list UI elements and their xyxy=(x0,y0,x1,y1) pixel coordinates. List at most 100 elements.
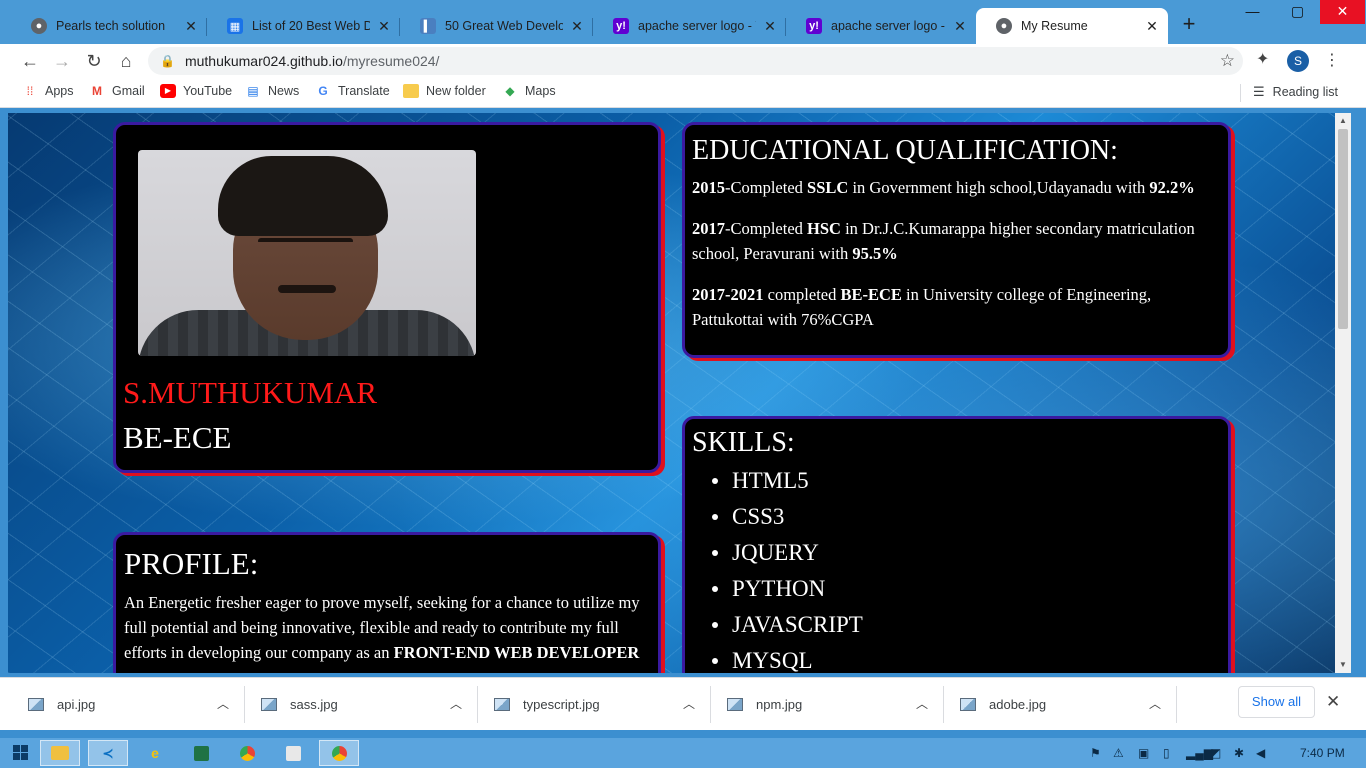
education-item: 2015-Completed SSLC in Government high s… xyxy=(692,175,1221,200)
app-icon[interactable] xyxy=(273,740,313,766)
tab-best-web-dev[interactable]: ▦ List of 20 Best Web Deve ✕ xyxy=(207,8,400,44)
yahoo-icon: y! xyxy=(806,18,822,34)
scroll-down-icon[interactable]: ▼ xyxy=(1335,657,1351,673)
download-filename: npm.jpg xyxy=(756,697,803,712)
tab-my-resume[interactable]: ● My Resume ✕ xyxy=(976,8,1168,44)
minimize-icon[interactable]: — xyxy=(1230,0,1275,24)
tray-volume-icon[interactable]: ◀ xyxy=(1256,746,1265,760)
internet-explorer-icon[interactable]: e xyxy=(135,740,175,766)
bookmark-maps[interactable]: ◆ Maps xyxy=(502,84,555,98)
globe-icon: ● xyxy=(996,18,1012,34)
profile-text: An Energetic fresher eager to prove myse… xyxy=(124,590,650,665)
reading-list-button[interactable]: ☰ Reading list xyxy=(1253,84,1338,100)
tab-title: apache server logo - Yah xyxy=(638,19,756,33)
apps-grid-icon: ⁞⁞ xyxy=(26,84,34,98)
gmail-icon: M xyxy=(92,84,102,98)
chevron-up-icon[interactable]: ︿ xyxy=(683,695,695,712)
download-separator xyxy=(1176,686,1177,723)
maximize-icon[interactable]: ▢ xyxy=(1275,0,1320,24)
profile-heading: PROFILE: xyxy=(124,546,259,581)
skills-list: HTML5 CSS3 JQUERY PYTHON JAVASCRIPT MYSQ… xyxy=(692,463,1221,673)
vertical-scrollbar[interactable]: ▲ ▼ xyxy=(1335,113,1351,673)
browser-toolbar: ← → ↻ ⌂ 🔒 muthukumar024.github.io/myresu… xyxy=(0,44,1366,78)
windows-start-icon[interactable] xyxy=(13,745,29,761)
chevron-up-icon[interactable]: ︿ xyxy=(450,695,462,712)
bookmark-translate[interactable]: G Translate xyxy=(315,84,389,98)
close-icon[interactable]: ✕ xyxy=(762,18,778,35)
chevron-up-icon[interactable]: ︿ xyxy=(217,695,229,712)
tab-apache-logo-2[interactable]: y! apache server logo - Yah ✕ xyxy=(786,8,976,44)
tray-app-icon[interactable]: ◩ xyxy=(1210,746,1221,760)
bookmark-new-folder[interactable]: New folder xyxy=(403,84,486,98)
bookmark-apps[interactable]: ⁞⁞ Apps xyxy=(22,84,74,98)
bookmark-star-icon[interactable]: ☆ xyxy=(1220,51,1235,71)
chevron-up-icon[interactable]: ︿ xyxy=(916,695,928,712)
resume-name: S.MUTHUKUMAR xyxy=(123,375,378,410)
extensions-puzzle-icon[interactable]: ✦ xyxy=(1256,49,1269,69)
back-arrow-icon[interactable]: ← xyxy=(18,49,42,73)
scroll-thumb[interactable] xyxy=(1338,129,1348,329)
chrome-icon[interactable] xyxy=(227,740,267,766)
tray-bluetooth-icon[interactable]: ✱ xyxy=(1234,746,1244,760)
close-icon[interactable]: ✕ xyxy=(1326,692,1340,712)
download-item[interactable]: adobe.jpg ︿ xyxy=(932,678,1177,731)
download-item[interactable]: typescript.jpg ︿ xyxy=(466,678,711,731)
vscode-icon[interactable]: ≺ xyxy=(88,740,128,766)
image-file-icon xyxy=(261,698,277,711)
edu-year: 2015 xyxy=(692,178,725,197)
download-filename: sass.jpg xyxy=(290,697,338,712)
download-item[interactable]: sass.jpg ︿ xyxy=(233,678,478,731)
tab-great-web-dev[interactable]: ▍ 50 Great Web Developm ✕ xyxy=(400,8,593,44)
taskbar-clock[interactable]: 7:40 PM xyxy=(1300,746,1345,760)
download-item[interactable]: npm.jpg ︿ xyxy=(699,678,944,731)
scroll-up-icon[interactable]: ▲ xyxy=(1335,113,1351,129)
tab-title: My Resume xyxy=(1021,19,1088,33)
home-icon[interactable]: ⌂ xyxy=(114,49,138,73)
profile-avatar[interactable]: S xyxy=(1287,50,1309,72)
bookmark-youtube[interactable]: ▶ YouTube xyxy=(160,84,232,98)
edu-course: BE-ECE xyxy=(840,285,902,304)
close-icon[interactable]: ✕ xyxy=(376,18,392,35)
download-item[interactable]: api.jpg ︿ xyxy=(0,678,245,731)
reload-icon[interactable]: ↻ xyxy=(82,49,106,73)
download-shelf: api.jpg ︿ sass.jpg ︿ typescript.jpg ︿ np… xyxy=(0,677,1366,730)
close-icon[interactable]: ✕ xyxy=(952,18,968,35)
excel-icon[interactable] xyxy=(181,740,221,766)
tab-title: Pearls tech solution xyxy=(56,19,166,33)
window-close-icon[interactable]: ✕ xyxy=(1320,0,1365,24)
edu-text: -Completed xyxy=(725,219,808,238)
close-icon[interactable]: ✕ xyxy=(183,18,199,35)
address-bar[interactable]: 🔒 muthukumar024.github.io/myresume024/ ☆ xyxy=(148,47,1243,75)
skills-card: SKILLS: HTML5 CSS3 JQUERY PYTHON JAVASCR… xyxy=(682,416,1231,673)
education-card: EDUCATIONAL QUALIFICATION: 2015-Complete… xyxy=(682,122,1231,358)
skill-label: HTML5 xyxy=(732,468,809,493)
image-file-icon xyxy=(28,698,44,711)
show-all-button[interactable]: Show all xyxy=(1238,686,1315,718)
close-icon[interactable]: ✕ xyxy=(1144,18,1160,35)
tray-warning-icon[interactable]: ⚠ xyxy=(1113,746,1124,760)
download-filename: api.jpg xyxy=(57,697,96,712)
bookmarks-divider xyxy=(1240,84,1241,102)
tab-apache-logo-1[interactable]: y! apache server logo - Yah ✕ xyxy=(593,8,786,44)
tray-flag-icon[interactable]: ⚑ xyxy=(1090,746,1101,760)
close-icon[interactable]: ✕ xyxy=(569,18,585,35)
bookmark-gmail[interactable]: M Gmail xyxy=(89,84,145,98)
forward-arrow-icon[interactable]: → xyxy=(50,49,74,73)
tab-title: apache server logo - Yah xyxy=(831,19,946,33)
bookmark-news[interactable]: ▤ News xyxy=(245,84,299,98)
edu-text: -Completed xyxy=(725,178,808,197)
new-tab-button[interactable]: + xyxy=(1178,13,1200,36)
chevron-up-icon[interactable]: ︿ xyxy=(1149,695,1161,712)
bullet-icon xyxy=(712,622,718,628)
news-icon: ▤ xyxy=(247,84,259,98)
tray-signal-icon[interactable]: ▂▄▆ xyxy=(1186,746,1213,760)
edu-year: 2017 xyxy=(692,219,725,238)
kebab-menu-icon[interactable]: ⋮ xyxy=(1324,50,1340,70)
tray-device-icon[interactable]: ▣ xyxy=(1138,746,1149,760)
tab-pearls-tech[interactable]: ● Pearls tech solution ✕ xyxy=(11,8,207,44)
education-item: 2017-Completed HSC in Dr.J.C.Kumarappa h… xyxy=(692,216,1221,266)
bookmark-label: News xyxy=(268,84,300,98)
file-explorer-icon[interactable] xyxy=(40,740,80,766)
chrome-active-icon[interactable] xyxy=(319,740,359,766)
tray-battery-icon[interactable]: ▯ xyxy=(1163,746,1170,760)
